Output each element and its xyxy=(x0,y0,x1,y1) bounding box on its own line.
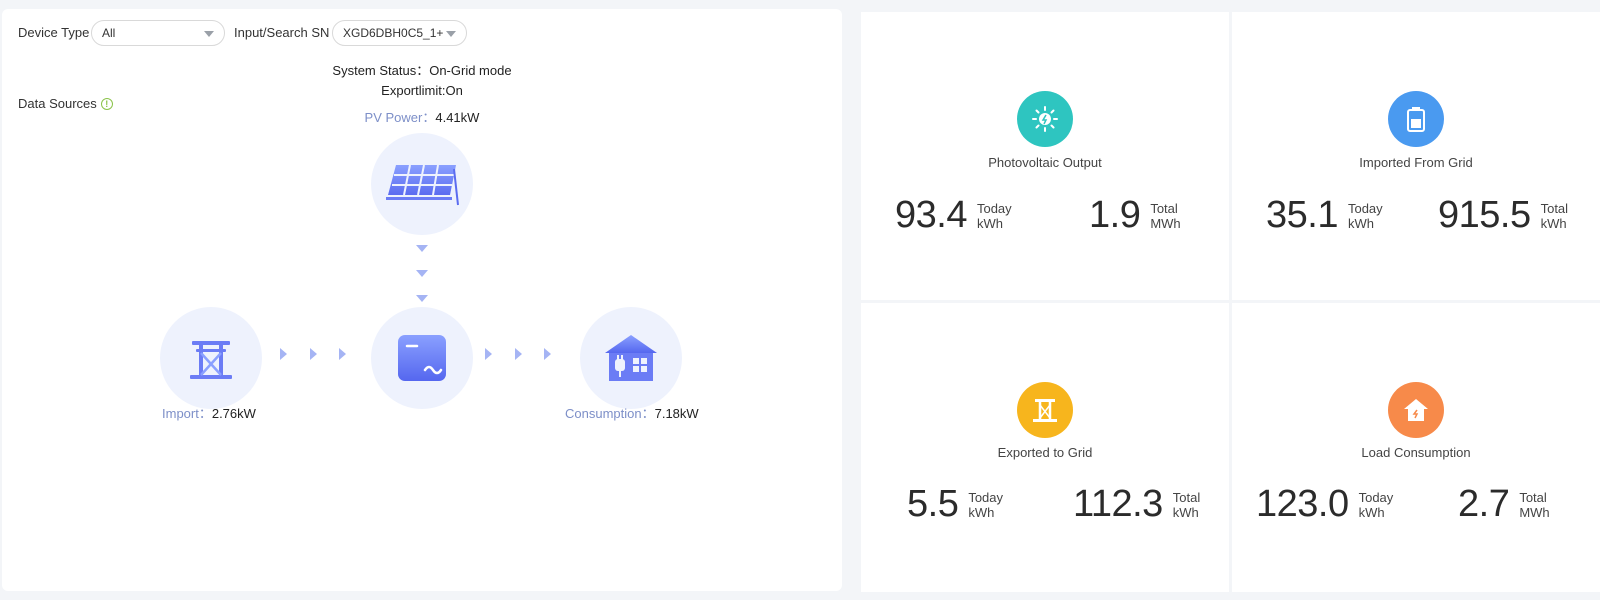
total-value: 915.5 xyxy=(1438,194,1531,236)
device-type-value: All xyxy=(102,26,116,40)
pv-panel-node xyxy=(371,133,473,235)
today-label: Today xyxy=(968,489,1004,505)
home-icon xyxy=(1388,382,1444,438)
total-value: 1.9 xyxy=(1089,194,1141,236)
sn-value: XGD6DBH0C5_1+ xyxy=(343,26,444,40)
import-readout: Import：2.76kW xyxy=(162,403,256,422)
today-value: 123.0 xyxy=(1256,483,1349,525)
sn-select[interactable]: XGD6DBH0C5_1+ xyxy=(332,20,467,46)
pv-power-readout: PV Power：4.41kW xyxy=(322,107,522,126)
total-label: Total xyxy=(1150,200,1178,216)
today-value: 5.5 xyxy=(907,483,959,525)
total-label: Total xyxy=(1519,489,1547,505)
sn-label: Input/Search SN xyxy=(234,25,330,40)
pv-power-value: 4.41kW xyxy=(435,110,480,125)
today-stat: 93.4 Today kWh xyxy=(895,194,1012,237)
today-value: 93.4 xyxy=(895,194,967,236)
total-value: 2.7 xyxy=(1458,483,1510,525)
today-stat: 35.1 Today kWh xyxy=(1266,194,1383,237)
flow-arrow-right-icon xyxy=(515,348,522,360)
today-label: Today xyxy=(1347,200,1383,216)
total-unit: MWh xyxy=(1519,504,1550,520)
inverter-icon xyxy=(398,335,446,381)
system-status: System Status：On-Grid mode xyxy=(332,63,512,78)
stats-grid: Photovoltaic Output 93.4 Today kWh 1.9 To… xyxy=(861,12,1600,592)
total-unit: kWh xyxy=(1172,504,1199,520)
home-node xyxy=(580,307,682,409)
today-unit: kWh xyxy=(1358,504,1385,520)
flow-arrow-down-icon xyxy=(416,295,428,302)
stat-card-exported-to-grid: Exported to Grid 5.5 Today kWh 112.3 Tota… xyxy=(861,303,1229,592)
consumption-value: 7.18kW xyxy=(654,406,699,421)
pv-power-label: PV Power： xyxy=(364,110,436,125)
total-stat: 112.3 Total kWh xyxy=(1073,483,1200,526)
sun-icon xyxy=(1017,91,1073,147)
grid-tower-icon xyxy=(190,341,232,379)
home-plug-icon xyxy=(605,335,657,381)
chevron-down-icon xyxy=(204,31,214,37)
device-type-label: Device Type xyxy=(18,25,90,40)
card-title: Exported to Grid xyxy=(997,445,1093,460)
stat-card-load-consumption: Load Consumption 123.0 Today kWh 2.7 Tota… xyxy=(1232,303,1600,592)
inverter-node xyxy=(371,307,473,409)
flow-arrow-down-icon xyxy=(416,245,428,252)
today-value: 35.1 xyxy=(1266,194,1338,236)
stat-card-imported-from-grid: Imported From Grid 35.1 Today kWh 915.5 T… xyxy=(1232,12,1600,300)
card-title: Load Consumption xyxy=(1361,445,1471,460)
import-label: Import： xyxy=(162,406,212,421)
battery-icon xyxy=(1388,91,1444,147)
today-unit: kWh xyxy=(968,504,995,520)
data-sources: Data Sources ! xyxy=(18,96,113,111)
tower-icon xyxy=(1017,382,1073,438)
export-limit-status: Exportlimit:On xyxy=(381,83,463,98)
stat-card-pv-output: Photovoltaic Output 93.4 Today kWh 1.9 To… xyxy=(861,12,1229,300)
flow-arrow-right-icon xyxy=(544,348,551,360)
card-title: Imported From Grid xyxy=(1359,155,1473,170)
total-value: 112.3 xyxy=(1073,483,1163,525)
total-stat: 1.9 Total MWh xyxy=(1089,194,1181,237)
today-stat: 123.0 Today kWh xyxy=(1256,483,1393,526)
consumption-readout: Consumption：7.18kW xyxy=(565,403,699,422)
grid-node xyxy=(160,307,262,409)
today-label: Today xyxy=(1358,489,1394,505)
total-label: Total xyxy=(1540,200,1569,216)
today-stat: 5.5 Today kWh xyxy=(907,483,1003,526)
flow-arrow-down-icon xyxy=(416,270,428,277)
total-stat: 2.7 Total MWh xyxy=(1458,483,1550,526)
total-stat: 915.5 Total kWh xyxy=(1438,194,1568,237)
flow-arrow-right-icon xyxy=(280,348,287,360)
card-title: Photovoltaic Output xyxy=(988,155,1102,170)
import-value: 2.76kW xyxy=(211,406,256,421)
today-label: Today xyxy=(976,200,1012,216)
total-unit: kWh xyxy=(1540,215,1567,231)
total-label: Total xyxy=(1172,489,1201,505)
total-unit: MWh xyxy=(1150,215,1181,231)
data-sources-label: Data Sources xyxy=(18,96,97,111)
flow-arrow-right-icon xyxy=(339,348,346,360)
info-icon[interactable]: ! xyxy=(100,97,113,110)
energy-flow-panel: Device Type All Input/Search SN XGD6DBH0… xyxy=(2,9,842,591)
flow-arrow-right-icon xyxy=(485,348,492,360)
flow-arrow-right-icon xyxy=(310,348,317,360)
device-type-select[interactable]: All xyxy=(91,20,225,46)
chevron-down-icon xyxy=(446,31,456,37)
today-unit: kWh xyxy=(1347,215,1374,231)
solar-panel-icon xyxy=(386,164,459,206)
consumption-label: Consumption： xyxy=(565,406,655,421)
today-unit: kWh xyxy=(976,215,1003,231)
